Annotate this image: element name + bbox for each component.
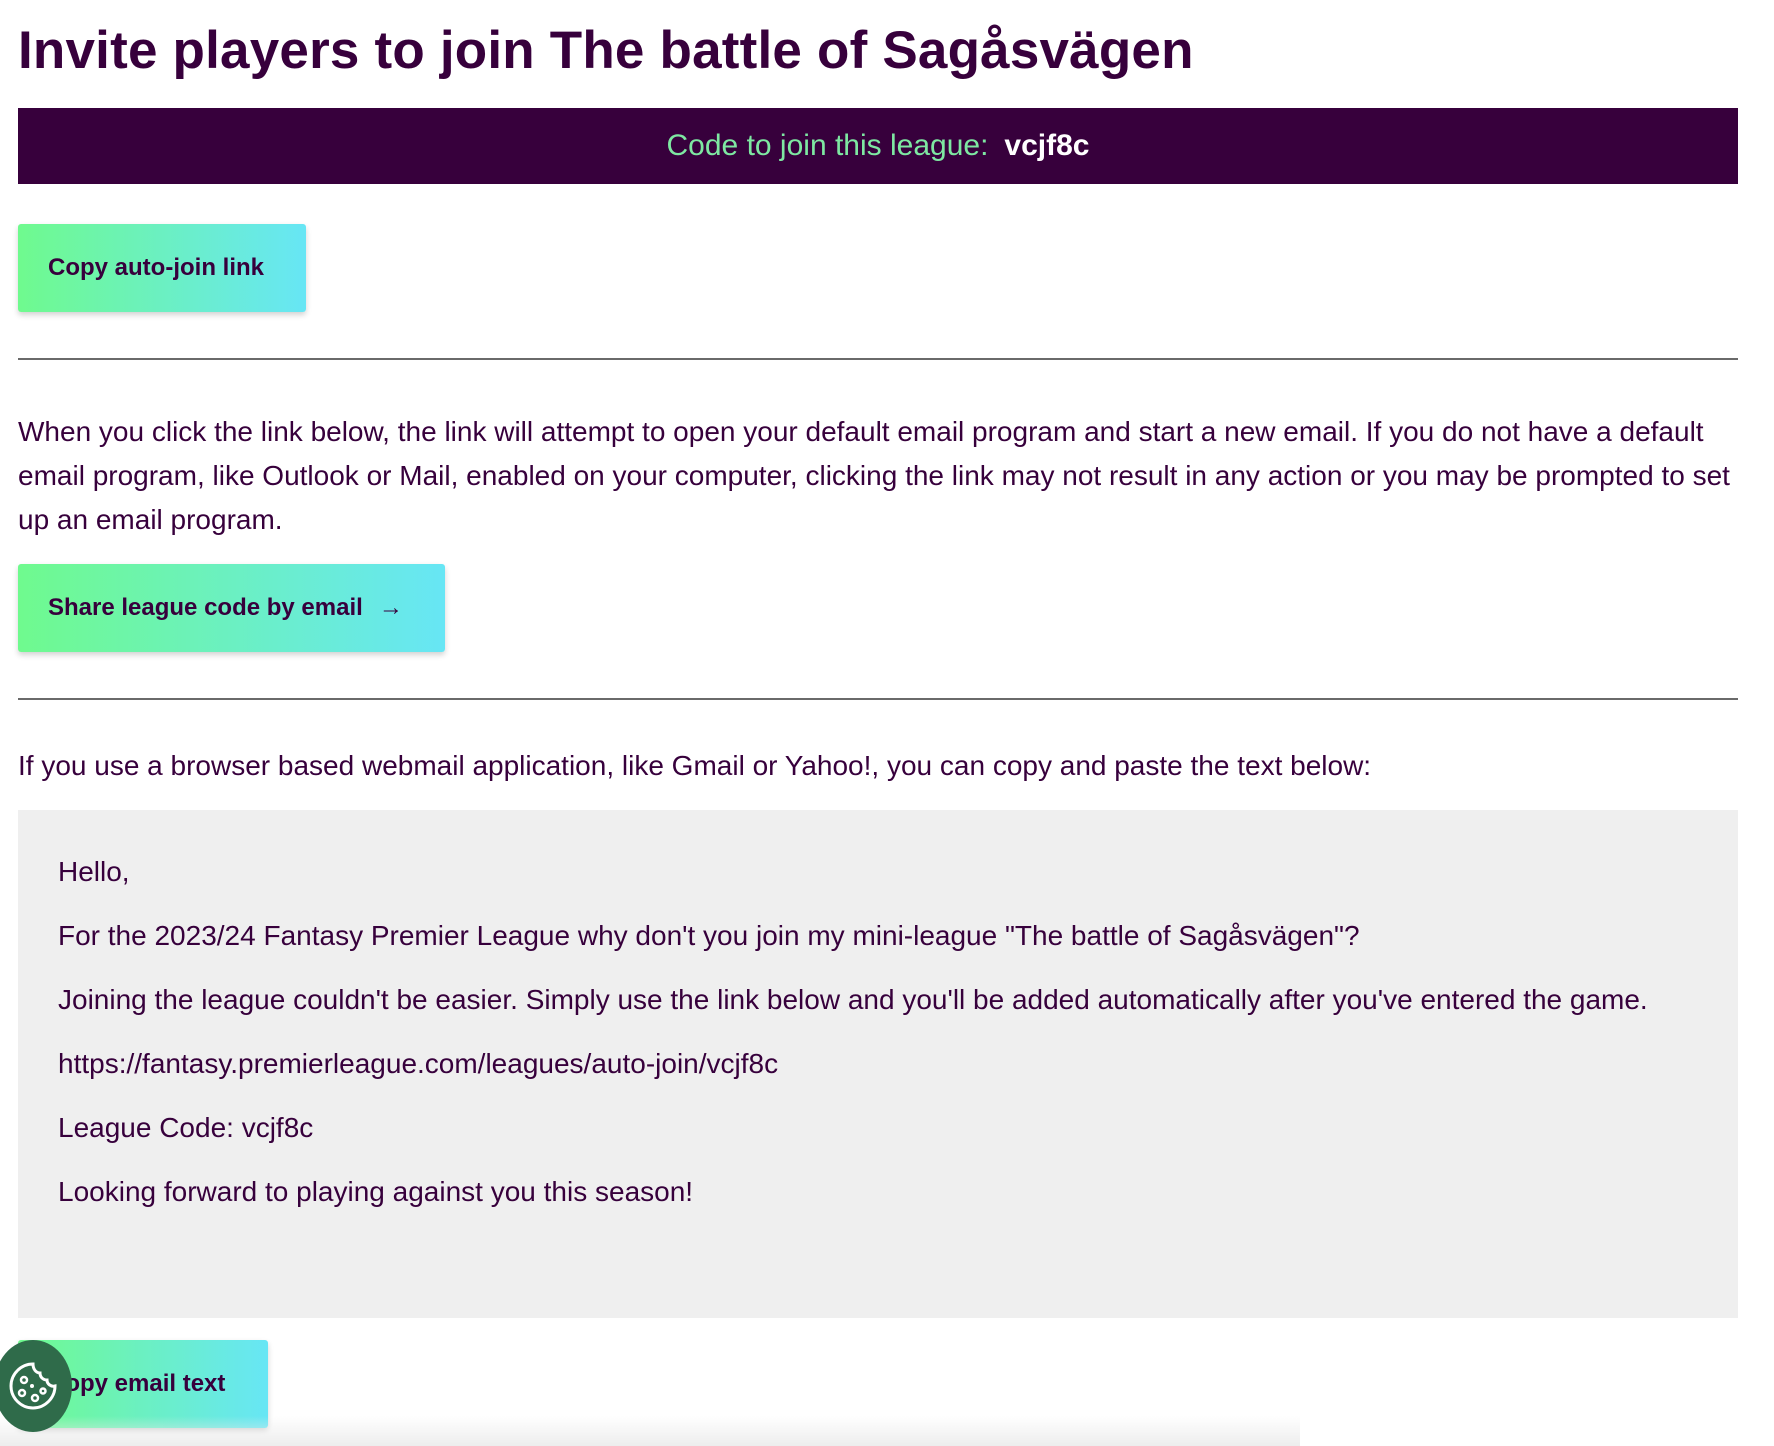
- share-email-button-wrap: Share league code by email →: [18, 564, 1738, 652]
- share-league-code-by-email-button[interactable]: Share league code by email →: [18, 564, 445, 652]
- share-email-button-label: Share league code by email: [48, 594, 363, 621]
- section-divider: [18, 358, 1738, 360]
- webmail-notice: If you use a browser based webmail appli…: [18, 750, 1372, 781]
- page-title: Invite players to join The battle of Sag…: [18, 21, 1194, 80]
- email-auto-join-link: https://fantasy.premierleague.com/league…: [58, 1048, 779, 1079]
- email-greeting: Hello,: [58, 856, 130, 887]
- section-divider: [18, 698, 1738, 700]
- invite-page: Invite players to join The battle of Sag…: [18, 0, 1738, 1318]
- email-invite-line: For the 2023/24 Fantasy Premier League w…: [58, 920, 1360, 951]
- league-code-label: Code to join this league:: [666, 129, 989, 162]
- league-code-value: vcjf8c: [1004, 129, 1090, 162]
- email-text-box: Hello, For the 2023/24 Fantasy Premier L…: [18, 810, 1738, 1318]
- cookie-icon: [9, 1362, 57, 1410]
- arrow-right-icon: →: [378, 594, 403, 621]
- email-closing: Looking forward to playing against you t…: [58, 1176, 694, 1207]
- email-league-code-line: League Code: vcjf8c: [58, 1112, 314, 1143]
- email-program-notice: When you click the link below, the link …: [18, 416, 1730, 535]
- league-code-banner: Code to join this league: vcjf8c: [18, 108, 1738, 184]
- email-joining-line: Joining the league couldn't be easier. S…: [58, 984, 1648, 1015]
- copy-auto-join-link-button[interactable]: Copy auto-join link: [18, 224, 306, 312]
